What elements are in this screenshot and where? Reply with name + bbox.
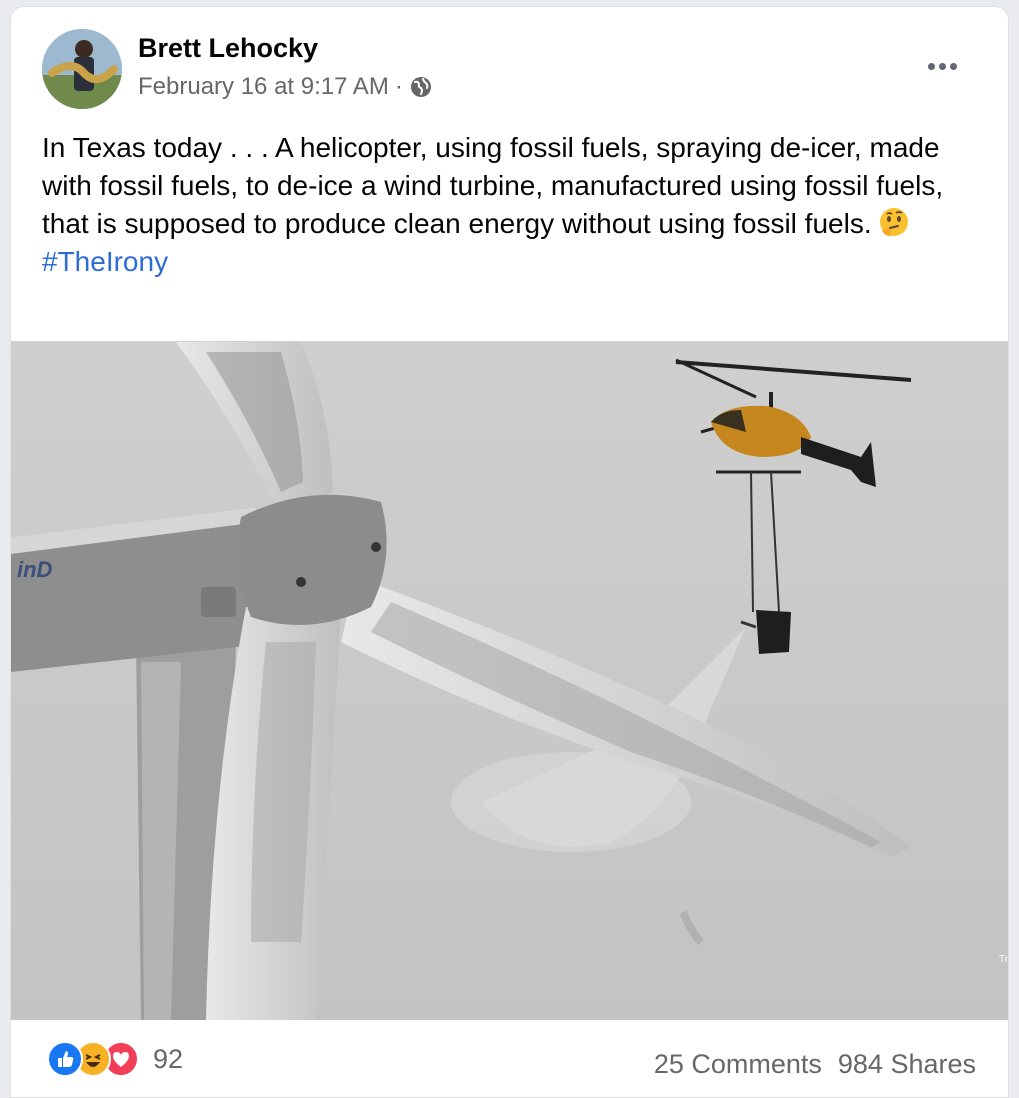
like-icon xyxy=(47,1041,83,1077)
more-dot-icon xyxy=(927,62,935,70)
turbine-logo-text: inD xyxy=(17,557,53,582)
globe-icon[interactable] xyxy=(409,75,433,99)
more-options-button[interactable] xyxy=(922,51,962,81)
more-dot-icon xyxy=(938,62,946,70)
comments-count[interactable]: 25 Comments xyxy=(654,1049,822,1080)
post-meta: February 16 at 9:17 AM · xyxy=(138,73,433,101)
hashtag-link[interactable]: #TheIrony xyxy=(42,243,168,281)
post-card: Brett Lehocky February 16 at 9:17 AM · I… xyxy=(10,6,1009,1098)
post-text: In Texas today . . . A helicopter, using… xyxy=(42,132,944,239)
post-timestamp[interactable]: February 16 at 9:17 AM xyxy=(138,73,389,101)
reaction-count[interactable]: 92 xyxy=(153,1044,183,1075)
post-footer: 92 25 Comments 984 Shares xyxy=(11,1019,1008,1097)
author-name[interactable]: Brett Lehocky xyxy=(138,33,318,64)
shares-count[interactable]: 984 Shares xyxy=(838,1049,976,1080)
thinking-face-icon xyxy=(878,206,910,238)
post-body: In Texas today . . . A helicopter, using… xyxy=(42,129,982,281)
post-header: Brett Lehocky February 16 at 9:17 AM · xyxy=(11,7,1008,117)
avatar[interactable] xyxy=(42,29,122,109)
post-photo[interactable]: inD Tr xyxy=(11,341,1009,1020)
post-stats: 25 Comments 984 Shares xyxy=(654,1049,976,1080)
more-dot-icon xyxy=(949,62,957,70)
photo-corner-text: Tr xyxy=(999,954,1009,965)
reactions-summary[interactable]: 92 xyxy=(47,1041,183,1077)
meta-separator: · xyxy=(394,73,403,100)
